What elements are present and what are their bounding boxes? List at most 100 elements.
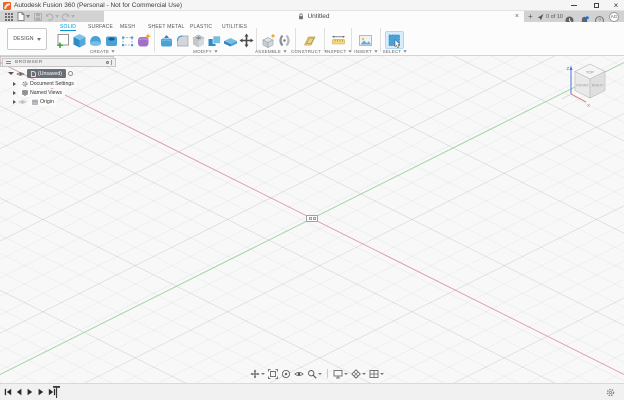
orbit-button[interactable]: [281, 369, 291, 379]
redo-button[interactable]: [61, 11, 75, 22]
timeline-go-to-start-button[interactable]: [4, 388, 12, 396]
origin-marker[interactable]: [306, 214, 318, 222]
group-create[interactable]: CREATE: [75, 48, 130, 55]
close-button[interactable]: ×: [608, 0, 624, 11]
browser-panel-header[interactable]: BROWSER: [2, 58, 116, 67]
construct-plane-button[interactable]: [301, 32, 317, 48]
display-settings-icon: [333, 369, 343, 378]
workspace-selector[interactable]: DESIGN: [7, 28, 47, 50]
revolve-icon: [89, 35, 101, 46]
maximize-button[interactable]: [588, 0, 604, 11]
display-settings-caret-icon: [344, 372, 348, 375]
joint-button[interactable]: [276, 32, 292, 48]
zoom-caret-icon: [318, 372, 322, 375]
user-avatar[interactable]: AG: [609, 11, 619, 22]
viewports-caret-icon: [380, 372, 384, 375]
press-pull-button[interactable]: [158, 32, 174, 48]
document-tab[interactable]: Untitled ×: [104, 11, 524, 22]
browser-item-origin[interactable]: Origin: [13, 97, 57, 106]
visibility-eye-icon[interactable]: [16, 71, 25, 77]
collapsed-caret-icon[interactable]: [13, 99, 16, 104]
minimize-button[interactable]: [566, 0, 582, 11]
insert-button[interactable]: [357, 32, 373, 48]
ribbon-toolbar: DESIGN SOLID SURFACE MESH SHEET METAL PL…: [0, 22, 624, 69]
tab-close-button[interactable]: ×: [515, 11, 519, 22]
measure-button[interactable]: [330, 32, 346, 48]
timeline-play-button[interactable]: [26, 388, 34, 396]
split-body-button[interactable]: [222, 32, 238, 48]
move-copy-button[interactable]: [238, 32, 254, 48]
pan-button[interactable]: [250, 369, 265, 379]
file-menu-button[interactable]: [16, 11, 30, 22]
browser-root-row[interactable]: (Unsaved): [8, 69, 73, 78]
extrude-button[interactable]: [71, 32, 87, 48]
tab-surface[interactable]: SURFACE: [88, 23, 113, 31]
viewports-button[interactable]: [369, 369, 384, 379]
browser-item-named-views[interactable]: Named Views: [13, 88, 65, 97]
group-select-label: SELECT: [382, 49, 402, 54]
z-axis-arrow-icon: [569, 65, 573, 70]
fit-button[interactable]: [268, 368, 278, 379]
activate-component-radio[interactable]: [67, 71, 73, 76]
display-settings-button[interactable]: [333, 369, 348, 379]
split-body-icon: [223, 37, 237, 46]
grid-and-snaps-button[interactable]: [351, 368, 366, 379]
shell-button[interactable]: [190, 32, 206, 48]
view-cube-top-label: TOP: [586, 70, 594, 75]
pan-icon: [250, 369, 260, 378]
zoom-button[interactable]: [307, 369, 322, 379]
data-panel-button[interactable]: [3, 11, 14, 22]
group-select[interactable]: SELECT: [380, 48, 410, 55]
window-title: Autodesk Fusion 360 (Personal - Not for …: [14, 2, 182, 9]
timeline-step-forward-button[interactable]: [37, 388, 45, 396]
view-cube[interactable]: TOP FRONT RIGHT Z X: [558, 60, 622, 114]
model-viewport[interactable]: TOP FRONT RIGHT Z X BROWSER (Unsaved) Do…: [0, 56, 624, 383]
tab-mesh[interactable]: MESH: [120, 23, 135, 31]
new-document-tab-button[interactable]: +: [528, 11, 533, 22]
timeline-position-marker[interactable]: [52, 385, 61, 399]
look-at-button[interactable]: [294, 369, 304, 379]
tab-utilities[interactable]: UTILITIES: [222, 23, 247, 31]
group-modify[interactable]: MODIFY: [178, 48, 233, 55]
select-tool-button[interactable]: [385, 31, 404, 49]
undo-button[interactable]: [45, 11, 59, 22]
timeline-settings-gear-icon[interactable]: [606, 388, 615, 397]
browser-root-node[interactable]: (Unsaved): [27, 69, 66, 78]
joint-icon: [278, 34, 290, 46]
fillet-button[interactable]: [174, 32, 190, 48]
move-icon: [239, 33, 253, 47]
help-button[interactable]: ?: [595, 12, 604, 25]
group-insert[interactable]: INSERT: [350, 48, 382, 55]
visibility-eye-off-icon[interactable]: [18, 99, 27, 105]
create-box-button[interactable]: [119, 32, 135, 48]
revolve-button[interactable]: [87, 32, 103, 48]
group-assemble[interactable]: ASSEMBLE: [250, 48, 292, 55]
create-sketch-icon: [56, 33, 69, 48]
timeline-step-back-button[interactable]: [15, 388, 23, 396]
combine-button[interactable]: [206, 32, 222, 48]
collapsed-caret-icon[interactable]: [13, 81, 16, 86]
panel-handle-icon: [6, 61, 11, 64]
notifications-button[interactable]: [580, 12, 589, 25]
file-icon: [17, 12, 24, 21]
tab-plastic[interactable]: PLASTIC: [190, 23, 212, 31]
hole-button[interactable]: [103, 32, 119, 48]
job-status-button[interactable]: [565, 12, 574, 25]
create-sketch-button[interactable]: [55, 32, 71, 48]
editable-documents-badge[interactable]: 0 of 10: [537, 11, 563, 22]
avatar-initials: AG: [610, 14, 618, 19]
view-cube-right-label: RIGHT: [592, 84, 604, 88]
documents-limit-icon: [537, 13, 544, 20]
panel-grip-icon[interactable]: [111, 60, 112, 65]
group-assemble-caret-icon: [283, 50, 287, 53]
view-cube-front-label: FRONT: [576, 84, 589, 88]
tab-solid[interactable]: SOLID: [60, 23, 77, 31]
browser-item-document-settings[interactable]: Document Settings: [13, 79, 77, 88]
panel-options-icon[interactable]: [105, 60, 109, 65]
save-button[interactable]: [32, 11, 43, 22]
create-form-button[interactable]: [135, 32, 151, 48]
expand-caret-icon[interactable]: [8, 72, 14, 75]
magnifier-icon: [308, 369, 317, 379]
collapsed-caret-icon[interactable]: [13, 90, 16, 95]
new-component-button[interactable]: [260, 32, 276, 48]
